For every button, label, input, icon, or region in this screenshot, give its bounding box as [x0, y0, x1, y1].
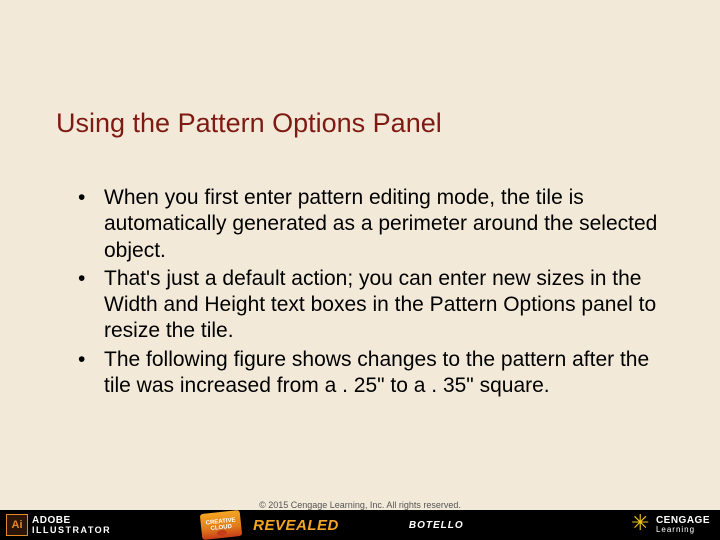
copyright-text: © 2015 Cengage Learning, Inc. All rights…: [0, 500, 720, 510]
revealed-label: REVEALED: [253, 517, 339, 534]
slide-title: Using the Pattern Options Panel: [56, 108, 442, 139]
illustrator-icon: Ai: [6, 514, 28, 536]
list-item: When you first enter pattern editing mod…: [78, 185, 660, 264]
cengage-starburst-icon: [632, 515, 652, 535]
creative-cloud-badge: CREATIVE CLOUD: [200, 510, 242, 540]
cengage-text: CENGAGE Learning: [656, 516, 710, 534]
learning-label: Learning: [656, 526, 710, 534]
slide-body: When you first enter pattern editing mod…: [78, 185, 660, 401]
adobe-branding: Ai ADOBE ILLUSTRATOR: [0, 510, 121, 540]
cc-line2: CLOUD: [211, 524, 233, 532]
author-label: BOTELLO: [409, 520, 464, 531]
adobe-label: ADOBE: [32, 516, 111, 526]
illustrator-label: ILLUSTRATOR: [32, 526, 111, 535]
slide: Using the Pattern Options Panel When you…: [0, 0, 720, 540]
adobe-text: ADOBE ILLUSTRATOR: [32, 516, 111, 535]
list-item: The following figure shows changes to th…: [78, 347, 660, 400]
cengage-branding: CENGAGE Learning: [632, 515, 710, 535]
bullet-list: When you first enter pattern editing mod…: [78, 185, 660, 399]
footer-bar: Ai ADOBE ILLUSTRATOR CREATIVE CLOUD REVE…: [0, 510, 720, 540]
list-item: That's just a default action; you can en…: [78, 266, 660, 345]
